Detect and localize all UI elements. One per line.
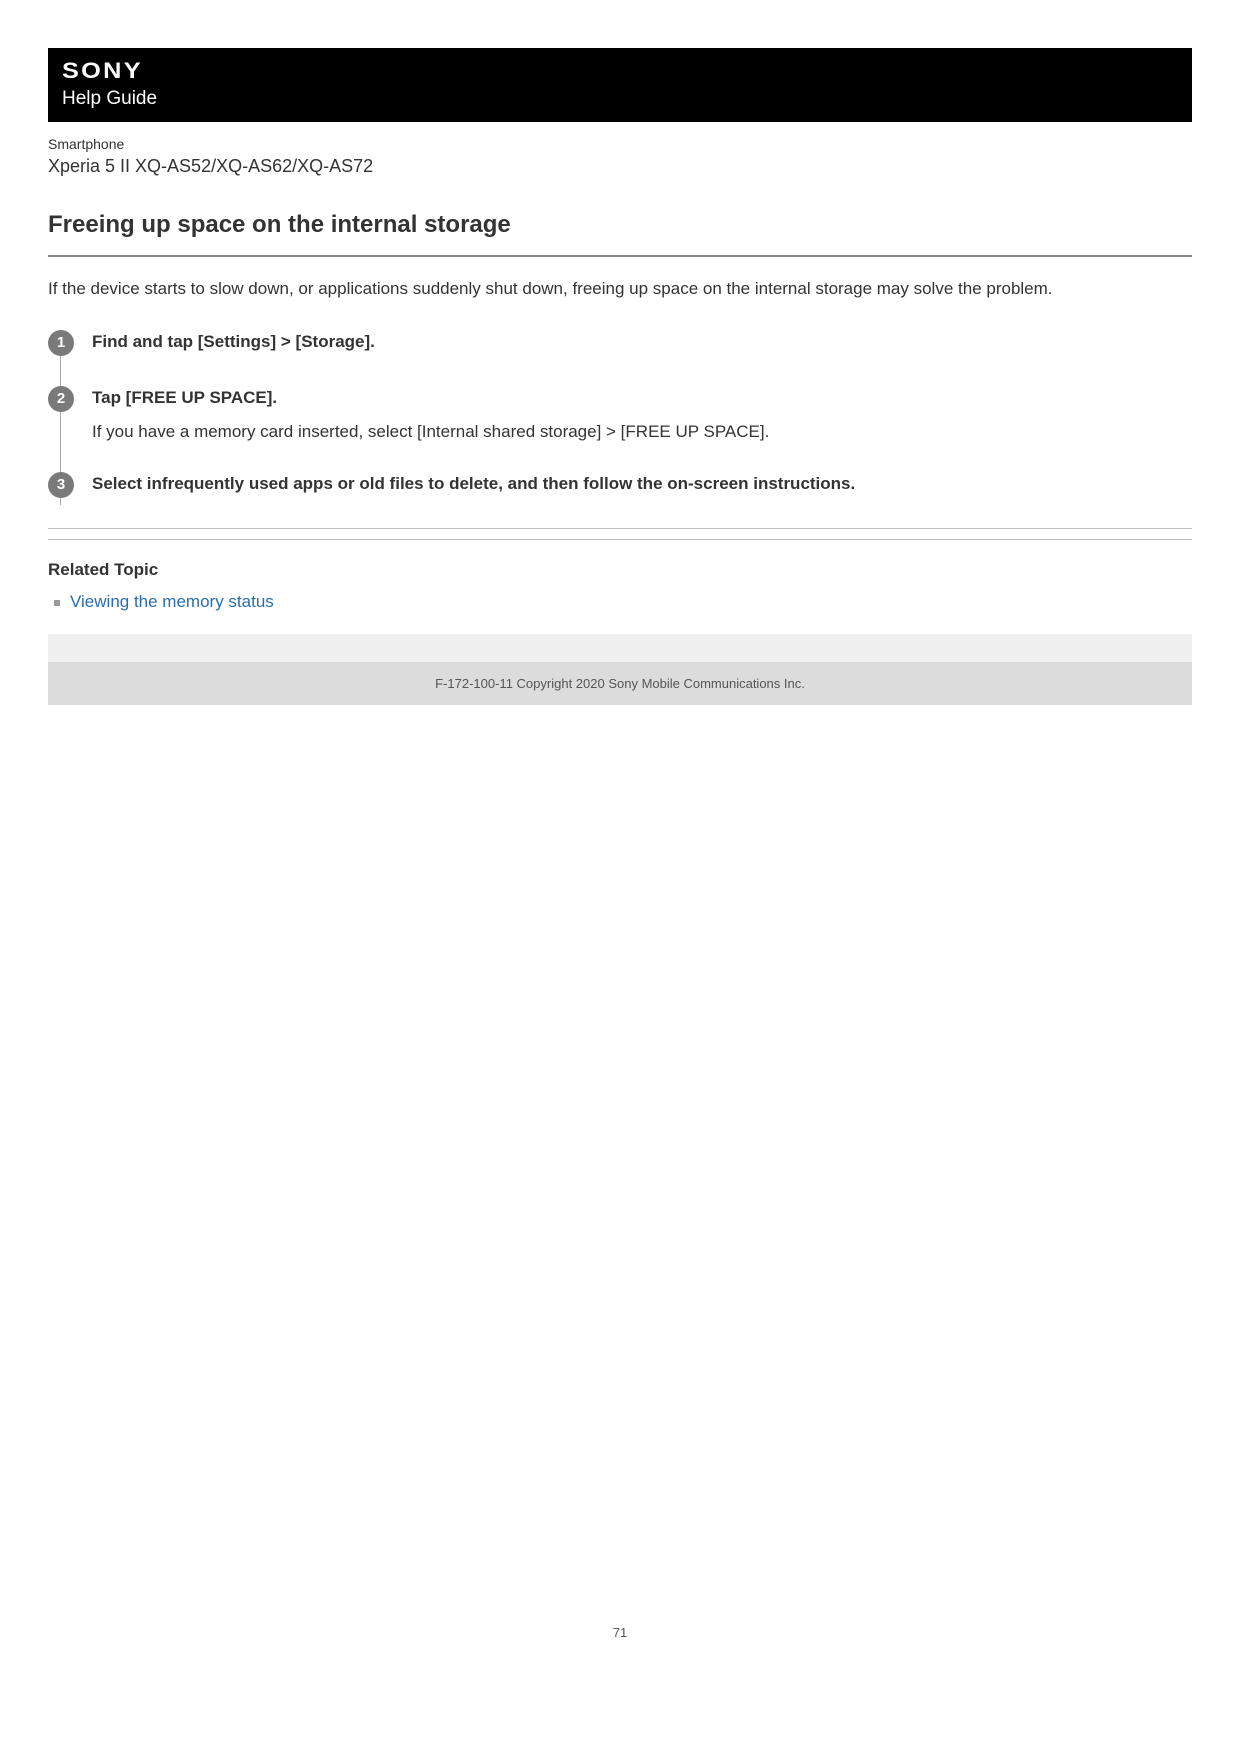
divider [48, 539, 1192, 540]
step-number-badge: 2 [48, 386, 74, 412]
list-item: Viewing the memory status [70, 592, 1192, 612]
related-topic-link[interactable]: Viewing the memory status [70, 592, 274, 611]
related-topic-heading: Related Topic [48, 560, 1192, 580]
divider [48, 255, 1192, 257]
step-item: 2 Tap [FREE UP SPACE]. If you have a mem… [48, 386, 1192, 442]
step-content: Tap [FREE UP SPACE]. If you have a memor… [92, 386, 1192, 442]
copyright-bar: F-172-100-11 Copyright 2020 Sony Mobile … [48, 662, 1192, 705]
step-heading: Find and tap [Settings] > [Storage]. [92, 332, 1192, 352]
product-category: Smartphone [48, 136, 1192, 152]
divider [48, 528, 1192, 529]
step-content: Select infrequently used apps or old fil… [92, 472, 1192, 494]
step-heading: Select infrequently used apps or old fil… [92, 474, 1192, 494]
step-number-badge: 1 [48, 330, 74, 356]
page-number: 71 [48, 1625, 1192, 1670]
guide-label: Help Guide [62, 88, 1178, 110]
step-number-badge: 3 [48, 472, 74, 498]
footer: F-172-100-11 Copyright 2020 Sony Mobile … [48, 634, 1192, 705]
footer-spacer [48, 634, 1192, 662]
step-detail: If you have a memory card inserted, sele… [92, 422, 1192, 442]
step-item: 3 Select infrequently used apps or old f… [48, 472, 1192, 498]
step-item: 1 Find and tap [Settings] > [Storage]. [48, 330, 1192, 356]
intro-paragraph: If the device starts to slow down, or ap… [48, 277, 1192, 302]
header-bar: SONY Help Guide [48, 48, 1192, 122]
steps-list: 1 Find and tap [Settings] > [Storage]. 2… [48, 330, 1192, 498]
page-title: Freeing up space on the internal storage [48, 211, 1192, 239]
step-heading: Tap [FREE UP SPACE]. [92, 388, 1192, 408]
step-content: Find and tap [Settings] > [Storage]. [92, 330, 1192, 352]
related-topic-list: Viewing the memory status [48, 592, 1192, 612]
product-model: Xperia 5 II XQ-AS52/XQ-AS62/XQ-AS72 [48, 156, 1192, 177]
brand-logo: SONY [62, 58, 143, 84]
